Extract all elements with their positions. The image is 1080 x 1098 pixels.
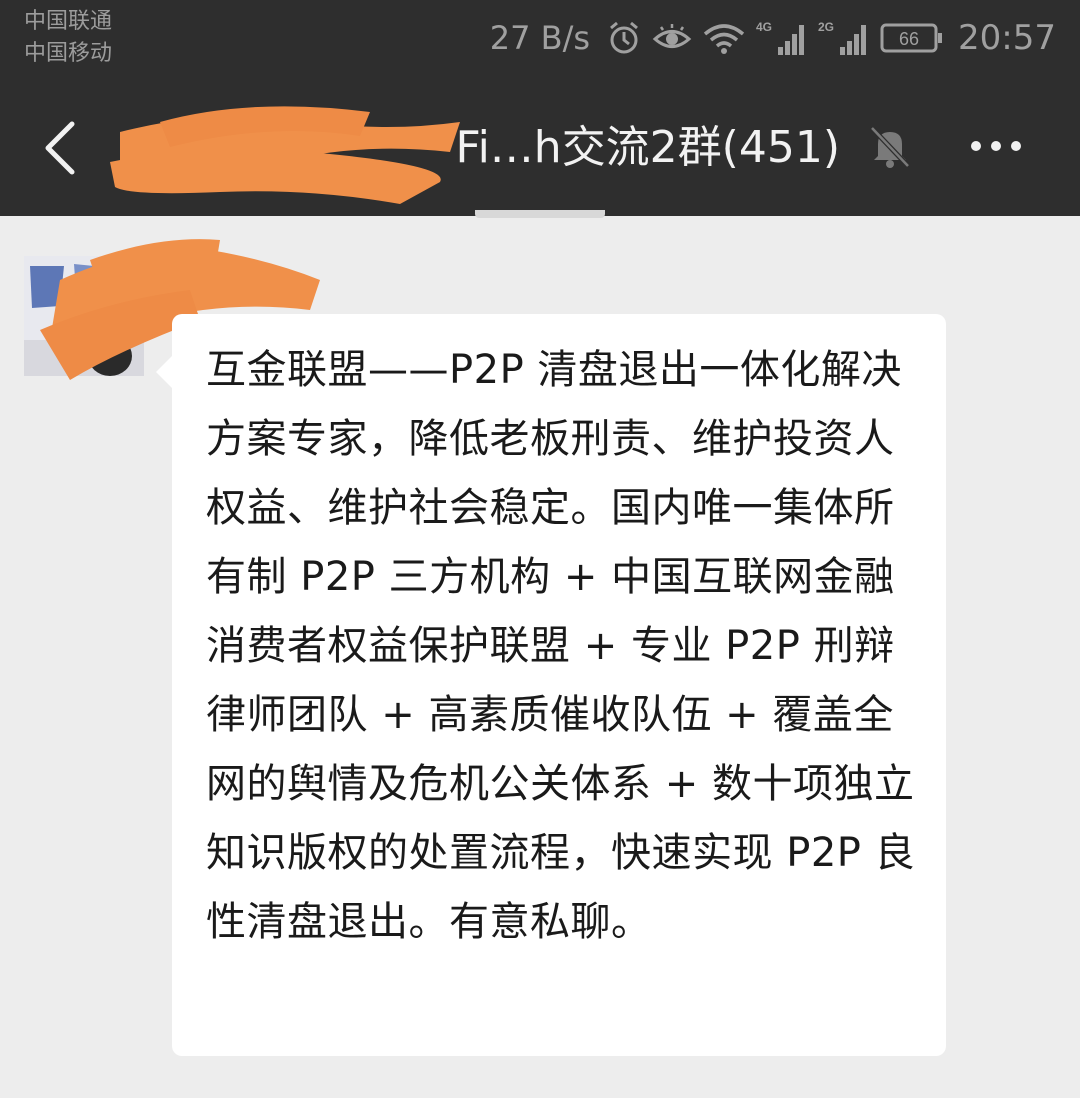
- signal-2g-icon: 2G: [818, 19, 870, 57]
- header-tab-indicator: [475, 210, 605, 218]
- message-text: 互金联盟——P2P 清盘退出一体化解决方案专家，降低老板刑责、维护投资人权益、维…: [206, 347, 916, 945]
- carrier-secondary: 中国移动: [24, 41, 113, 66]
- title-redaction: [110, 106, 460, 204]
- message-bubble[interactable]: 互金联盟——P2P 清盘退出一体化解决方案专家，降低老板刑责、维护投资人权益、维…: [156, 314, 946, 1056]
- wifi-icon: [702, 21, 746, 55]
- clock: 20:57: [958, 18, 1056, 58]
- status-bar: 中国联通 中国移动 27 B/s 4G 2G 66 20:57: [0, 0, 1080, 78]
- eye-comfort-icon: [652, 22, 692, 54]
- alarm-icon: [606, 20, 642, 56]
- signal-4g-icon: 4G: [756, 19, 808, 57]
- signal-2g-label: 2G: [818, 20, 834, 34]
- signal-4g-label: 4G: [756, 20, 772, 34]
- battery-level: 66: [899, 29, 919, 49]
- chevron-left-icon: [45, 121, 75, 175]
- back-button[interactable]: [40, 118, 80, 178]
- carrier-labels: 中国联通 中国移动: [24, 6, 112, 70]
- carrier-primary: 中国联通: [24, 9, 113, 34]
- more-button[interactable]: [962, 124, 1030, 168]
- chat-header: Fi…h交流2群(451): [0, 78, 1080, 216]
- battery-icon: 66: [880, 22, 944, 54]
- network-speed: 27 B/s: [489, 19, 591, 57]
- bubble-tail: [156, 356, 172, 388]
- status-indicators: 27 B/s 4G 2G 66 20:57: [490, 12, 1056, 64]
- bell-muted-icon: [866, 122, 914, 170]
- more-dots-icon: [971, 141, 1021, 151]
